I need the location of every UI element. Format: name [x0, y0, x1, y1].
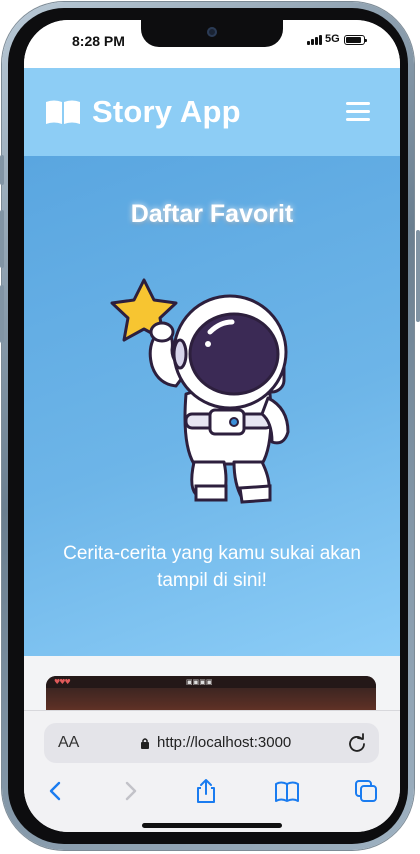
network-type: 5G	[325, 33, 340, 45]
share-icon[interactable]	[192, 777, 220, 805]
power-button	[416, 230, 420, 322]
empty-state-message: Cerita-cerita yang kamu sukai akan tampi…	[63, 543, 361, 591]
tabs-icon[interactable]	[352, 777, 380, 805]
page-title: Daftar Favorit	[130, 200, 294, 228]
app-title[interactable]: Story App	[92, 94, 241, 130]
safari-bottom-toolbar	[24, 771, 400, 815]
book-open-icon	[46, 100, 80, 124]
volume-up-button	[0, 210, 4, 268]
text-size-button[interactable]: AA	[58, 734, 79, 752]
screen: 8:28 PM 5G Story App Daftar Favorit Ceri…	[24, 20, 400, 832]
address-bar[interactable]: AA http://localhost:3000	[44, 723, 379, 763]
book-icon[interactable]	[273, 777, 301, 805]
notch	[141, 20, 283, 47]
battery-icon	[344, 35, 367, 45]
signal-icon	[307, 35, 323, 45]
home-indicator	[142, 823, 282, 828]
app-header: Story App	[24, 68, 400, 156]
chevron-left-icon[interactable]	[42, 777, 70, 805]
favorites-empty-state: Daftar Favorit Cerita-cerita yang kamu s…	[24, 156, 400, 656]
mute-switch	[0, 155, 4, 185]
chevron-right-icon[interactable]	[116, 777, 144, 805]
status-time: 8:28 PM	[72, 33, 125, 49]
window-controls-icon: ▣▣▣▣	[186, 678, 213, 686]
status-bar: 8:28 PM 5G	[24, 20, 400, 68]
volume-down-button	[0, 285, 4, 343]
browser-toolbar: AA http://localhost:3000	[24, 710, 400, 832]
story-list: ♥♥♥ ▣▣▣▣	[24, 656, 400, 720]
astronaut-star-illustration	[110, 278, 290, 504]
hamburger-menu-icon[interactable]	[346, 102, 370, 122]
url-text[interactable]: http://localhost:3000	[157, 734, 291, 751]
reload-icon[interactable]	[347, 733, 367, 753]
front-camera	[207, 27, 217, 37]
lock-icon	[141, 738, 149, 749]
heart-icon: ♥♥♥	[54, 678, 71, 686]
